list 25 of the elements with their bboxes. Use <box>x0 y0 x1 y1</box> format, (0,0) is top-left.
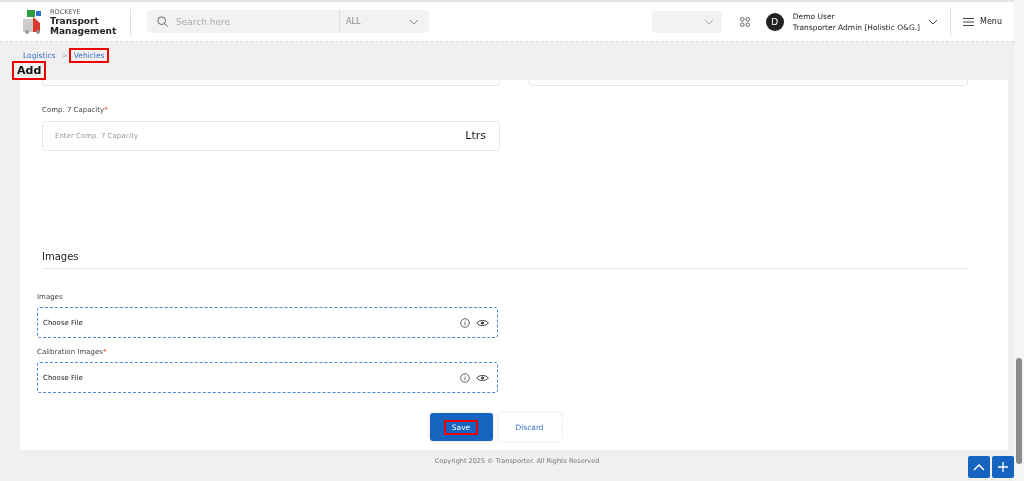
scroll-top-button[interactable] <box>968 456 990 478</box>
info-icon[interactable] <box>460 372 470 383</box>
add-button[interactable] <box>992 456 1014 478</box>
chevron-down-icon <box>409 18 419 25</box>
chevron-down-icon <box>928 18 939 25</box>
chevron-up-icon <box>973 463 985 471</box>
brand-name: Transport Management <box>50 15 114 36</box>
info-icon[interactable] <box>460 317 470 328</box>
logo-icon <box>22 8 44 35</box>
chevron-down-icon <box>703 18 714 25</box>
filter-dropdown[interactable]: ALL <box>339 10 429 33</box>
unit-label: Ltrs <box>465 129 486 142</box>
input-field[interactable] <box>529 80 968 86</box>
menu-icon <box>963 17 975 26</box>
section-title: Images <box>42 251 968 269</box>
scrollbar[interactable] <box>1014 0 1024 481</box>
user-avatar[interactable]: D <box>765 12 784 31</box>
grid-icon[interactable] <box>739 16 750 27</box>
input-field[interactable] <box>42 80 500 86</box>
search-field[interactable]: Search here ALL <box>147 10 429 33</box>
search-icon <box>157 16 168 27</box>
page-title: Add <box>14 63 45 78</box>
eye-icon[interactable] <box>476 373 489 382</box>
eye-icon[interactable] <box>476 318 489 327</box>
plus-icon <box>998 462 1008 472</box>
